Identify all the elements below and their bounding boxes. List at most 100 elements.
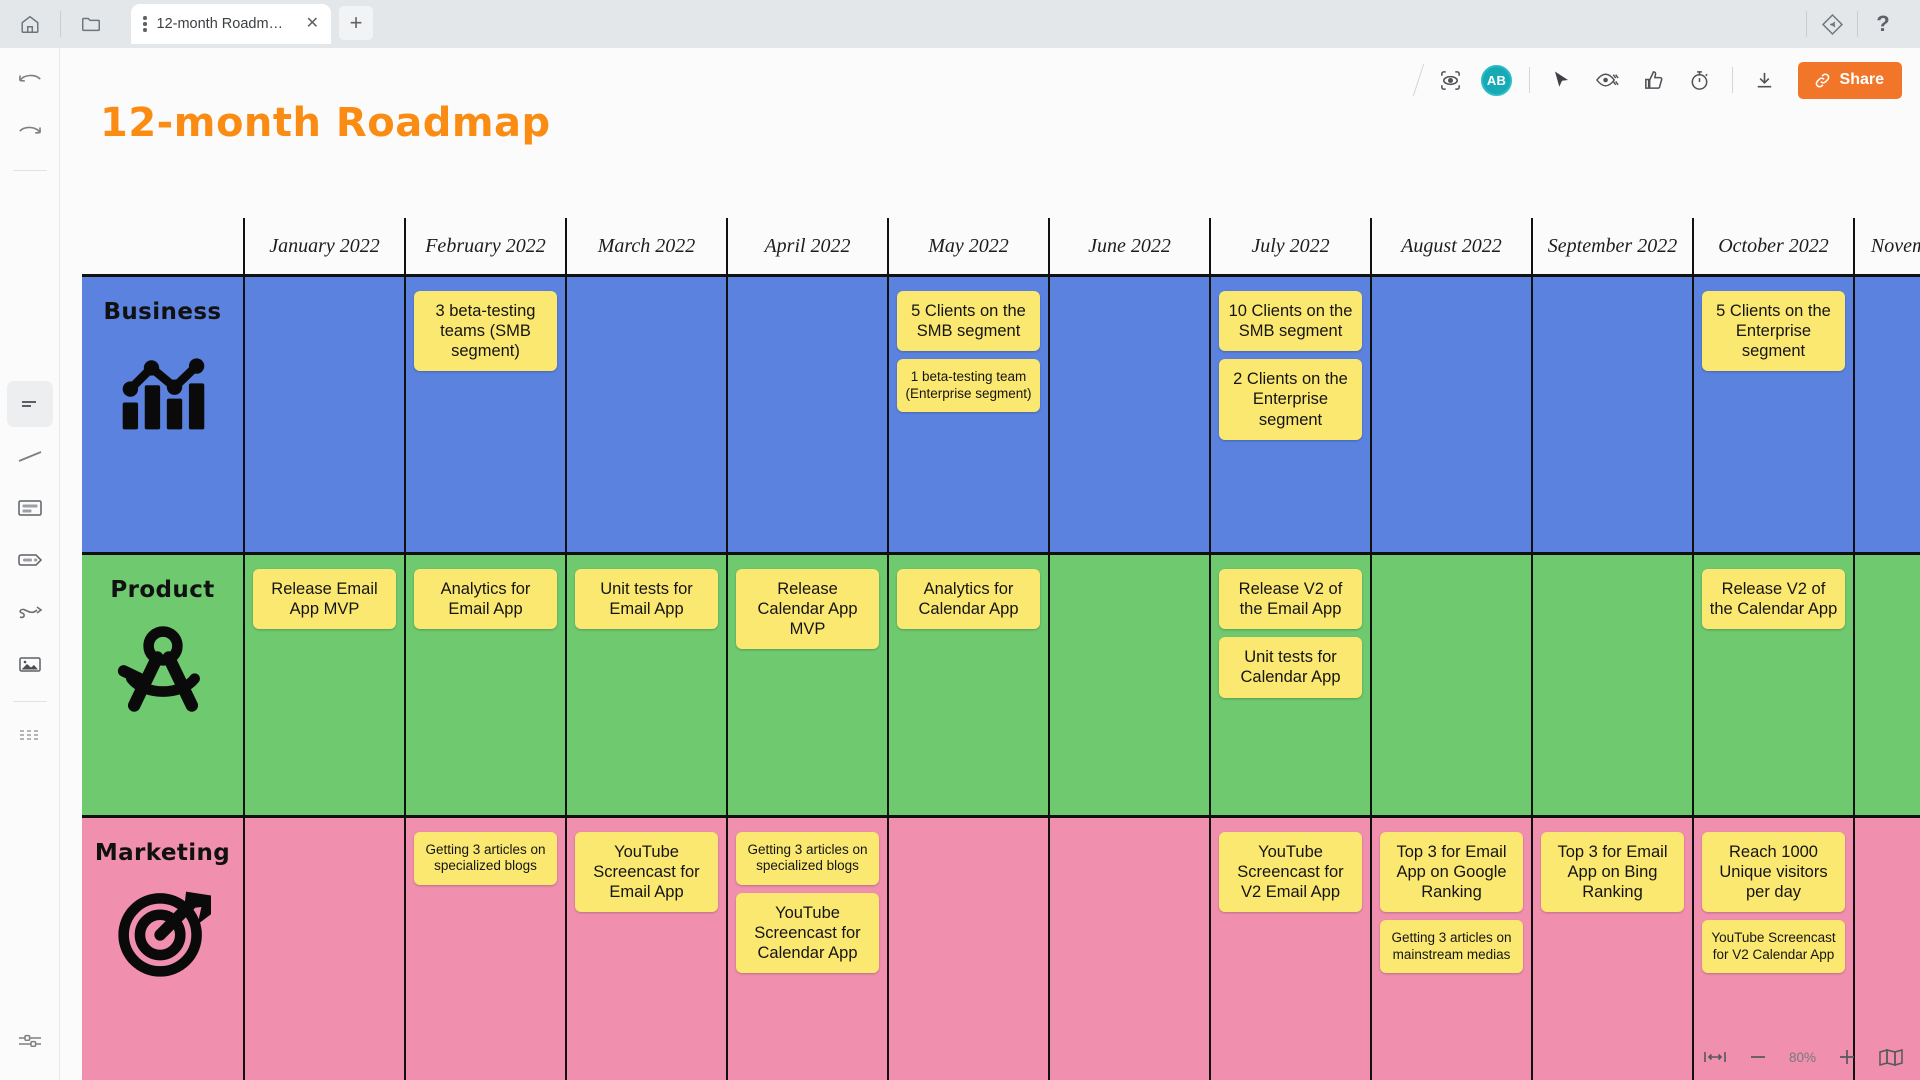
roadmap-cell[interactable] xyxy=(1048,818,1209,1080)
cursor-pointer-icon[interactable] xyxy=(1541,59,1583,101)
frame-icon[interactable] xyxy=(7,485,53,531)
roadmap-card[interactable]: Getting 3 articles on specialized blogs xyxy=(414,832,557,885)
tab-menu-dots-icon[interactable] xyxy=(139,16,151,32)
share-button[interactable]: Share xyxy=(1797,61,1902,99)
zoom-in-button[interactable] xyxy=(1836,1042,1858,1072)
folder-icon[interactable] xyxy=(61,0,121,48)
hide-cursors-icon[interactable] xyxy=(1587,59,1629,101)
sticky-note-icon[interactable] xyxy=(6,381,53,427)
roadmap-card[interactable]: YouTube Screencast for V2 Calendar App xyxy=(1702,920,1845,974)
roadmap-cell[interactable]: Top 3 for Email App on Google Ranking Get… xyxy=(1370,818,1531,1080)
roadmap-cell[interactable]: Release V2 of the Email App Unit tests fo… xyxy=(1209,555,1370,815)
roadmap-card[interactable]: Reach 1000 Unique visitors per day xyxy=(1702,832,1845,913)
roadmap-cell[interactable] xyxy=(1853,555,1920,815)
roadmap-card[interactable]: Unit tests for Calendar App xyxy=(1219,637,1362,698)
roadmap-card[interactable]: Release V2 of the Email App xyxy=(1219,569,1362,630)
roadmap-cell[interactable]: 5 Clients on the SMB segment 1 beta-testi… xyxy=(887,277,1048,552)
diamond-badge-icon[interactable] xyxy=(1809,0,1855,48)
minimap-icon[interactable] xyxy=(1878,1042,1904,1072)
roadmap-card[interactable]: Getting 3 articles on mainstream medias xyxy=(1380,920,1523,974)
month-header-cell: June 2022 xyxy=(1048,218,1209,274)
roadmap-cell[interactable] xyxy=(1853,818,1920,1080)
shape-tag-icon[interactable] xyxy=(7,537,53,583)
roadmap-cell[interactable]: Release Email App MVP xyxy=(243,555,404,815)
row-label-marketing[interactable]: Marketing xyxy=(82,818,243,1080)
roadmap-card[interactable]: 5 Clients on the SMB segment xyxy=(897,291,1040,352)
roadmap-cell[interactable] xyxy=(1048,277,1209,552)
roadmap-card[interactable]: Top 3 for Email App on Google Ranking xyxy=(1380,832,1523,913)
download-icon[interactable] xyxy=(1744,59,1786,101)
roadmap-card[interactable]: Release Email App MVP xyxy=(253,569,396,630)
roadmap-cell[interactable]: Reach 1000 Unique visitors per day YouTub… xyxy=(1692,818,1853,1080)
roadmap-cell[interactable] xyxy=(1853,277,1920,552)
pen-icon[interactable] xyxy=(7,589,53,635)
roadmap-cell[interactable] xyxy=(565,277,726,552)
roadmap-card[interactable]: Unit tests for Email App xyxy=(575,569,718,630)
roadmap-cell[interactable]: Release V2 of the Calendar App xyxy=(1692,555,1853,815)
roadmap-card[interactable]: 10 Clients on the SMB segment xyxy=(1219,291,1362,352)
settings-sliders-icon[interactable] xyxy=(7,1018,53,1064)
row-label-text: Marketing xyxy=(94,840,231,866)
fit-to-width-icon[interactable] xyxy=(1703,1042,1727,1072)
roadmap-cell[interactable]: 10 Clients on the SMB segment 2 Clients o… xyxy=(1209,277,1370,552)
roadmap-card[interactable]: Release Calendar App MVP xyxy=(736,569,879,650)
zoom-out-button[interactable] xyxy=(1747,1042,1769,1072)
roadmap-row-marketing: Marketing Getting 3 articles on specializ… xyxy=(82,818,1920,1080)
image-icon[interactable] xyxy=(7,641,53,687)
row-label-business[interactable]: Business xyxy=(82,277,243,552)
browser-tab[interactable]: 12-month Roadm… ✕ xyxy=(131,4,331,44)
roadmap-cell[interactable]: Unit tests for Email App xyxy=(565,555,726,815)
roadmap-card[interactable]: Analytics for Calendar App xyxy=(897,569,1040,630)
roadmap-cell[interactable] xyxy=(1531,555,1692,815)
roadmap-cell[interactable]: Top 3 for Email App on Bing Ranking xyxy=(1531,818,1692,1080)
tab-title: 12-month Roadm… xyxy=(156,16,284,32)
board-canvas[interactable]: AB Share 12-month Roadmap January 2022 F… xyxy=(60,48,1920,1080)
roadmap-card[interactable]: Top 3 for Email App on Bing Ranking xyxy=(1541,832,1684,913)
line-icon[interactable] xyxy=(7,433,53,479)
roadmap-cell[interactable]: 3 beta-testing teams (SMB segment) xyxy=(404,277,565,552)
roadmap-cell[interactable] xyxy=(1048,555,1209,815)
undo-icon[interactable] xyxy=(7,58,53,104)
roadmap-card[interactable]: Release V2 of the Calendar App xyxy=(1702,569,1845,630)
roadmap-cell[interactable]: Analytics for Email App xyxy=(404,555,565,815)
toolbar-slash-divider xyxy=(1412,63,1424,97)
roadmap-card[interactable]: Analytics for Email App xyxy=(414,569,557,630)
roadmap-cell[interactable] xyxy=(243,277,404,552)
roadmap-cell[interactable] xyxy=(1370,555,1531,815)
roadmap-table: January 2022 February 2022 March 2022 Ap… xyxy=(82,218,1920,1080)
roadmap-card[interactable]: 3 beta-testing teams (SMB segment) xyxy=(414,291,557,372)
help-icon[interactable]: ? xyxy=(1860,0,1906,48)
roadmap-rows: Business 3 beta-testing teams (SMB segmen… xyxy=(82,274,1920,1080)
toolbar-divider-2 xyxy=(1731,67,1733,93)
roadmap-cell[interactable]: YouTube Screencast for V2 Email App xyxy=(1209,818,1370,1080)
avatar[interactable]: AB xyxy=(1476,59,1518,101)
close-icon[interactable]: ✕ xyxy=(304,16,321,32)
roadmap-cell[interactable]: Getting 3 articles on specialized blogs Y… xyxy=(726,818,887,1080)
roadmap-card[interactable]: 1 beta-testing team (Enterprise segment) xyxy=(897,359,1040,413)
roadmap-cell[interactable] xyxy=(1370,277,1531,552)
presentation-focus-icon[interactable] xyxy=(1430,59,1472,101)
roadmap-cell[interactable] xyxy=(887,818,1048,1080)
row-label-product[interactable]: Product xyxy=(82,555,243,815)
roadmap-card[interactable]: YouTube Screencast for V2 Email App xyxy=(1219,832,1362,913)
template-grid-icon[interactable] xyxy=(7,712,53,758)
new-tab-button[interactable]: + xyxy=(339,5,373,40)
avatar-initials: AB xyxy=(1481,64,1513,96)
roadmap-card[interactable]: YouTube Screencast for Calendar App xyxy=(736,892,879,974)
roadmap-card[interactable]: Getting 3 articles on specialized blogs xyxy=(736,832,879,885)
roadmap-cell[interactable]: Release Calendar App MVP xyxy=(726,555,887,815)
redo-icon[interactable] xyxy=(7,110,53,156)
roadmap-cell[interactable]: Analytics for Calendar App xyxy=(887,555,1048,815)
roadmap-cell[interactable] xyxy=(243,818,404,1080)
thumbs-up-icon[interactable] xyxy=(1633,59,1675,101)
roadmap-card[interactable]: 5 Clients on the Enterprise segment xyxy=(1702,291,1845,372)
roadmap-card[interactable]: 2 Clients on the Enterprise segment xyxy=(1219,359,1362,440)
roadmap-cell[interactable] xyxy=(1531,277,1692,552)
home-icon[interactable] xyxy=(0,0,60,48)
roadmap-cell[interactable] xyxy=(726,277,887,552)
timer-icon[interactable] xyxy=(1679,59,1721,101)
roadmap-cell[interactable]: Getting 3 articles on specialized blogs xyxy=(404,818,565,1080)
roadmap-card[interactable]: YouTube Screencast for Email App xyxy=(575,832,718,913)
roadmap-cell[interactable]: YouTube Screencast for Email App xyxy=(565,818,726,1080)
roadmap-cell[interactable]: 5 Clients on the Enterprise segment xyxy=(1692,277,1853,552)
